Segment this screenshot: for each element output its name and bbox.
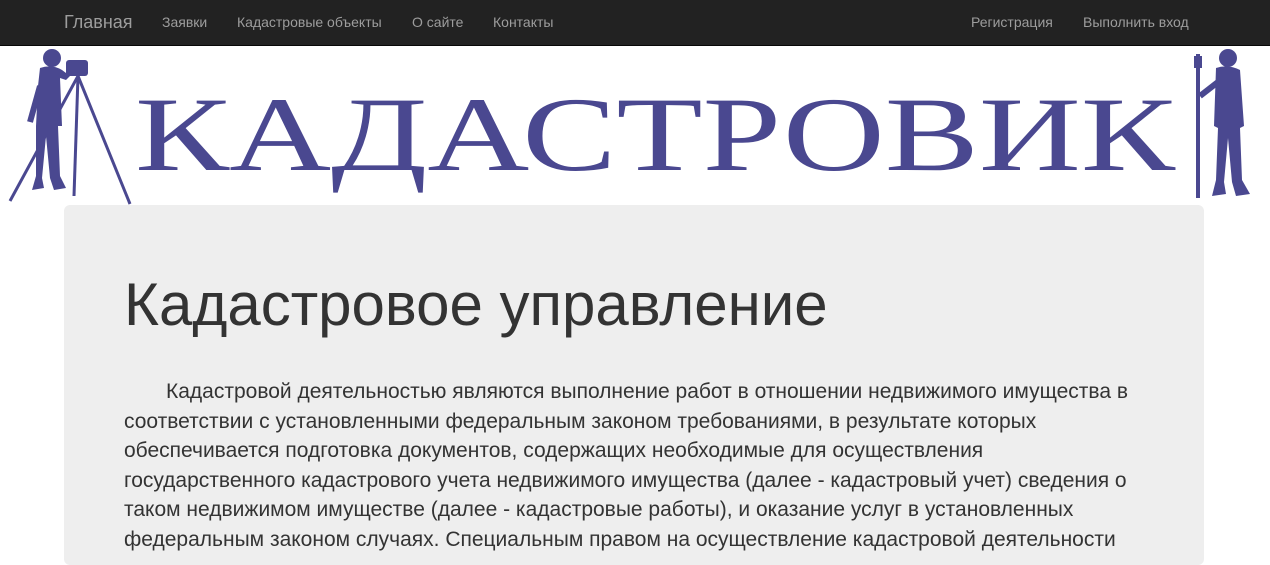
nav-brand-home[interactable]: Главная — [64, 0, 133, 46]
site-banner: КАДАСТРОВИК — [0, 46, 1270, 206]
intro-paragraph: Кадастровой деятельностью являются выпол… — [124, 380, 1129, 551]
top-navbar: Главная Заявки Кадастровые объекты О сай… — [0, 0, 1270, 46]
nav-item-register[interactable]: Регистрация — [971, 0, 1053, 46]
banner-svg: КАДАСТРОВИК — [8, 49, 1250, 205]
jumbotron: Кадастровое управление Кадастровой деяте… — [64, 205, 1204, 565]
nav-item-cadastral-objects[interactable]: Кадастровые объекты — [237, 0, 382, 46]
page-title: Кадастровое управление — [124, 271, 828, 338]
nav-item-about[interactable]: О сайте — [412, 0, 463, 46]
surveyor-left-icon — [8, 49, 132, 205]
nav-item-login[interactable]: Выполнить вход — [1083, 0, 1189, 46]
nav-item-contacts[interactable]: Контакты — [493, 0, 553, 46]
nav-item-requests[interactable]: Заявки — [162, 0, 207, 46]
surveyor-right-icon — [1194, 49, 1250, 198]
banner-logo-text: КАДАСТРОВИК — [135, 76, 1177, 193]
